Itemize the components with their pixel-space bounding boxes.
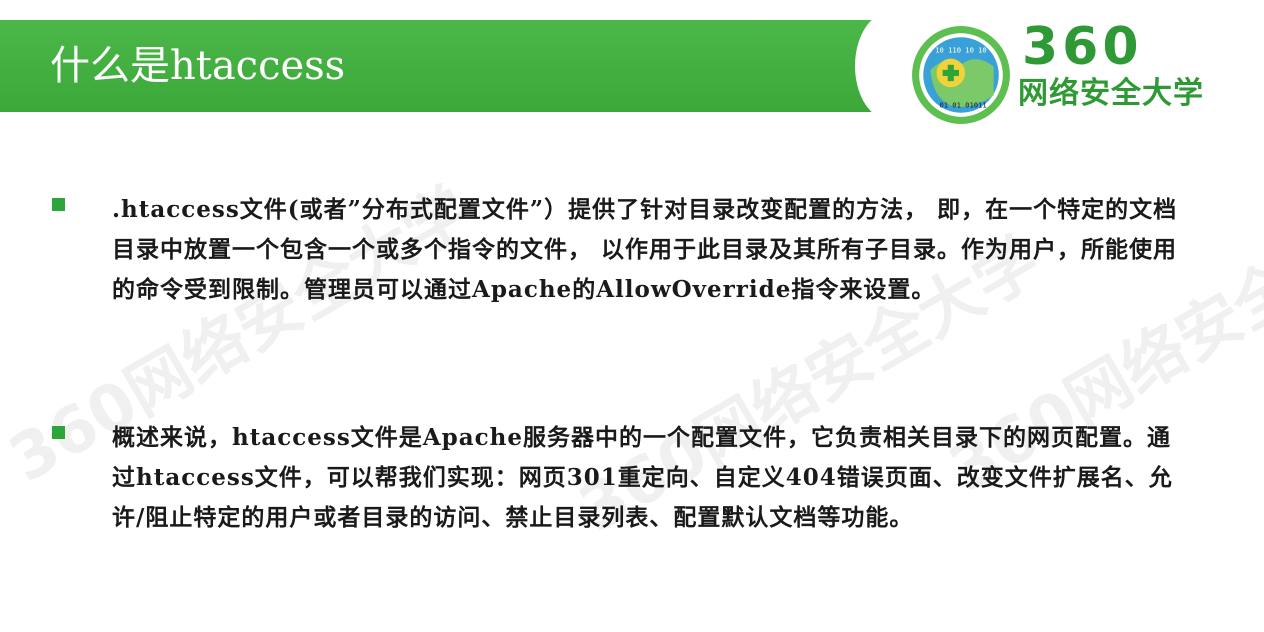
- svg-text:10 110 10 10: 10 110 10 10: [935, 46, 986, 55]
- university-seal-logo: 10 110 10 10 01 01 01011: [912, 26, 1010, 124]
- logo-subtitle: 网络安全大学: [1018, 76, 1204, 111]
- bullet-text: 概述来说，htaccess文件是Apache服务器中的一个配置文件，它负责相关目…: [112, 424, 1173, 531]
- svg-text:01 01 01011: 01 01 01011: [939, 101, 986, 110]
- square-bullet-icon: [52, 198, 65, 211]
- slide: 360网络安全大学 360网络安全大学 360网络安全大学 什么是htacces…: [0, 0, 1264, 632]
- square-bullet-icon: [52, 426, 65, 439]
- bullet-text: .htaccess文件(或者”分布式配置文件”）提供了针对目录改变配置的方法， …: [112, 196, 1178, 303]
- logo-360: 360: [1022, 17, 1143, 77]
- page-title: 什么是htaccess: [50, 43, 346, 89]
